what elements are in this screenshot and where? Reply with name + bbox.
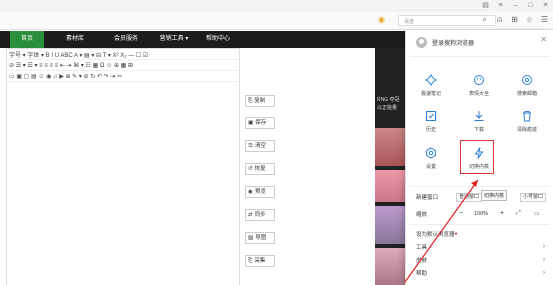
download-icon [474, 111, 484, 121]
save-button[interactable]: ▣ 保存 [245, 117, 275, 129]
video-caption: 以正能量 [377, 105, 398, 111]
highlight-box [460, 140, 494, 174]
history-label: 历史 [425, 127, 436, 133]
clear-button[interactable]: ☰ 清空 [245, 140, 275, 152]
preview-button[interactable]: ◉ 预览 [245, 186, 275, 198]
restore-icon: ↺ [248, 166, 253, 172]
editor-toolbar-row-1[interactable]: 字号 ▾ 字体 ▾ B I U ABC A ▾ ▤ ▾ ⊟ T ▾ X² X₂ … [7, 49, 239, 60]
sync-label: 同步 [254, 212, 266, 218]
avatar [416, 37, 427, 48]
chevron-right-icon: › [543, 257, 545, 263]
window-icon[interactable]: ▭ [534, 210, 540, 217]
nav-membership[interactable]: 会员服务 [104, 31, 148, 48]
search-mail-item[interactable]: 搜索邮箱 [510, 74, 544, 97]
restore-label: 恢复 [254, 166, 266, 172]
copy-label: 复制 [254, 98, 266, 104]
nav-help[interactable]: 帮助中心 [198, 31, 238, 48]
emoji-item[interactable]: 表情大全 [462, 74, 496, 97]
divider [410, 56, 549, 57]
notes-icon [425, 74, 437, 86]
image-icon: ▨ [248, 235, 254, 241]
grid-icon[interactable]: ⊞ [510, 15, 519, 25]
copy-button[interactable]: ⎘ 复制 [245, 95, 275, 107]
quick-notes-label: 极速笔记 [420, 91, 441, 97]
site-nav: 首页 素材库 会员服务 营销工具 ▾ 帮助中心 [0, 31, 405, 48]
import-image-label: 导图 [255, 235, 267, 241]
nav-home[interactable]: 首页 [10, 31, 44, 48]
title-bar: ▤ ≡ – □ ✕ [0, 0, 553, 12]
menu-icon[interactable]: ≡ [497, 2, 504, 9]
search-mail-label: 搜索邮箱 [516, 91, 537, 97]
chevron-right-icon: › [543, 270, 545, 276]
history-icon [426, 111, 436, 121]
download-label: 下载 [473, 127, 484, 133]
login-text: 登录搜狗浏览器 [432, 41, 475, 47]
main-menu-icon[interactable]: ☰ [540, 15, 549, 25]
quick-notes-item[interactable]: 极速笔记 [414, 74, 448, 97]
save-icon: ▣ [248, 120, 254, 126]
eye-icon[interactable]: ◉ [378, 15, 385, 24]
history-item[interactable]: 历史 [414, 110, 448, 133]
clear-icon: ☰ [248, 143, 253, 149]
chevron-right-icon: › [543, 244, 545, 250]
nav-marketing-tools[interactable]: 营销工具 ▾ [150, 31, 198, 48]
clear-traces-label: 清除痕迹 [516, 127, 537, 133]
search-placeholder: 百度 [404, 19, 415, 25]
address-bar: 百度 ⌕ ⍝ ⊞ ☆ ☰ [0, 12, 553, 30]
copy-icon: ⎘ [248, 98, 253, 104]
settings-icon [426, 147, 436, 159]
rich-text-editor: 字号 ▾ 字体 ▾ B I U ABC A ▾ ▤ ▾ ⊟ T ▾ X² X₂ … [6, 48, 240, 285]
editor-toolbar-row-3[interactable]: ▭ ▣ ▢ ▤ ☺ ◉ ♫ ▶ ⊕ ✎ ▾ ⊘ ↻ ↶ ↷ ⇥ ✂ [7, 71, 239, 82]
panel-close-icon[interactable]: ✕ [540, 35, 547, 44]
clear-traces-item[interactable]: 清除痕迹 [510, 110, 544, 133]
clear-label: 清空 [254, 143, 266, 149]
zoom-in-button[interactable]: + [500, 210, 504, 217]
preview-label: 预览 [254, 189, 266, 195]
collect-label: 采集 [254, 258, 266, 264]
sync-button[interactable]: ⇄ 同步 [245, 209, 275, 221]
editor-toolbar-row-2[interactable]: ⊘ ☰ ▾ ☰ ▾ ≡ ≡ ≡ ≡ ⇤ ⇥ ⌘ ▾ ☷ ▦ Ω ☺ ⊕ ▦ ⊞ [7, 60, 239, 71]
settings-item[interactable]: 设置 [414, 147, 448, 170]
close-icon[interactable]: ✕ [542, 2, 549, 9]
import-image-button[interactable]: ▨ 导图 [245, 232, 275, 244]
emoji-icon [474, 75, 484, 85]
restore-button[interactable]: ↺ 恢复 [245, 163, 275, 175]
settings-label: 设置 [425, 164, 436, 170]
sync-icon: ⇄ [248, 212, 253, 218]
fullscreen-icon[interactable]: ⤢ [516, 210, 521, 217]
favorites-icon[interactable]: ☆ [525, 15, 534, 25]
login-area[interactable]: 登录搜狗浏览器 [416, 37, 474, 48]
emoji-label: 表情大全 [468, 91, 489, 97]
skin-icon[interactable]: ▤ [482, 2, 489, 9]
mini-window-button[interactable]: 小号窗口 [520, 193, 547, 202]
annotation-arrow [404, 179, 479, 283]
user-icon[interactable]: ⍝ [495, 15, 504, 25]
mail-icon [522, 75, 532, 85]
maximize-icon[interactable]: □ [527, 2, 534, 9]
preview-icon: ◉ [248, 189, 253, 195]
collect-button[interactable]: ⎘ 采集 [245, 255, 275, 267]
minimize-icon[interactable]: – [512, 2, 519, 9]
save-label: 保存 [255, 120, 267, 126]
collect-icon: ⎘ [248, 258, 253, 264]
search-icon[interactable]: ⌕ [480, 15, 489, 25]
video-thumbnail[interactable] [375, 128, 405, 166]
download-item[interactable]: 下载 [462, 110, 496, 133]
trash-icon [523, 111, 531, 122]
nav-materials[interactable]: 素材库 [58, 31, 92, 48]
video-caption: RNG 夺冠 [377, 97, 400, 103]
editor-content-area[interactable] [7, 83, 239, 285]
